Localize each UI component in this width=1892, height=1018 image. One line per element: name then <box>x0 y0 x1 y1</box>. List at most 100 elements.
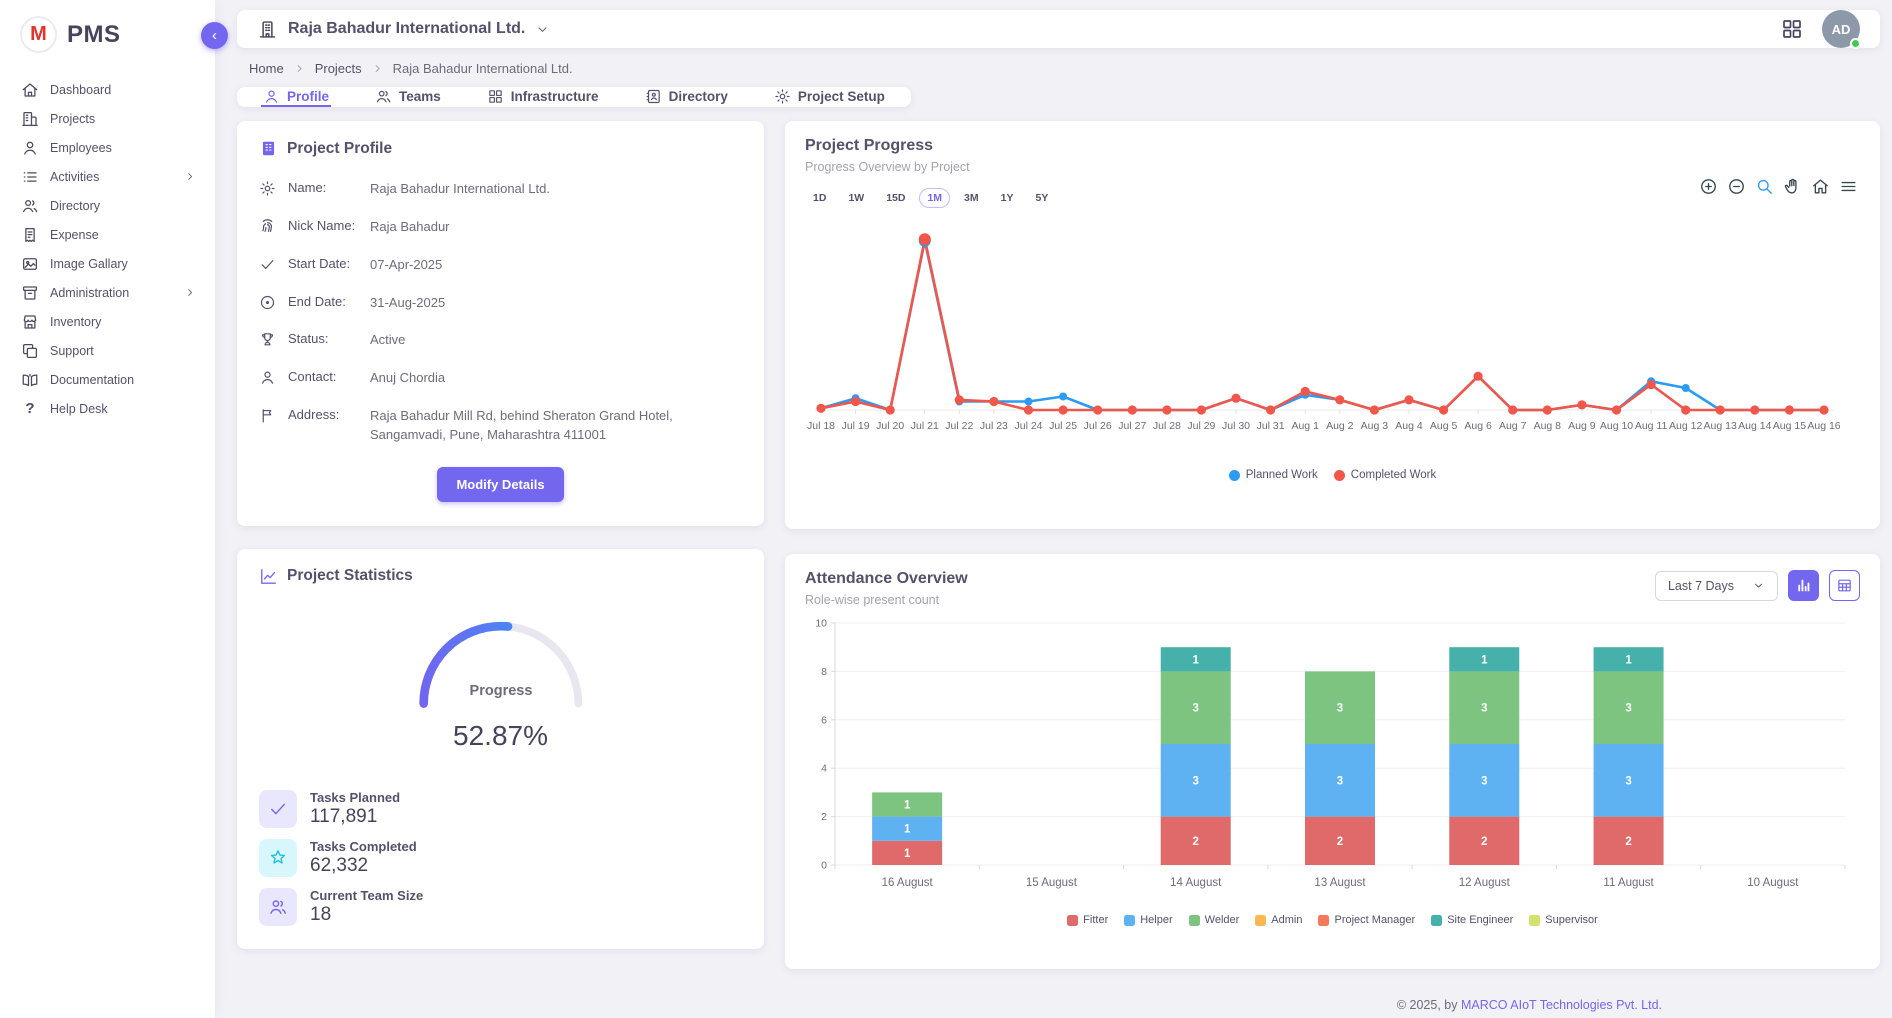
range-1w[interactable]: 1W <box>840 188 872 208</box>
svg-text:Aug 3: Aug 3 <box>1361 420 1389 432</box>
svg-text:Jul 30: Jul 30 <box>1222 420 1250 432</box>
field-value: 07-Apr-2025 <box>370 256 442 275</box>
line-chart-legend: Planned Work Completed Work <box>805 469 1860 481</box>
svg-text:Jul 18: Jul 18 <box>807 420 835 432</box>
breadcrumb-home[interactable]: Home <box>249 61 284 76</box>
sidebar-item-expense[interactable]: Expense <box>0 220 215 249</box>
chevron-right-icon <box>181 286 199 299</box>
circle-dot-icon <box>259 294 276 311</box>
reset-zoom-icon[interactable] <box>1811 177 1830 196</box>
tab-infrastructure[interactable]: Infrastructure <box>485 87 601 107</box>
gauge-label: Progress <box>469 683 532 699</box>
sidebar-item-projects[interactable]: Projects <box>0 104 215 133</box>
legend-site-engineer[interactable]: Site Engineer <box>1431 914 1513 926</box>
attendance-card-title: Attendance Overview <box>805 570 968 588</box>
legend-label: Helper <box>1140 914 1172 926</box>
legend-label: Planned Work <box>1246 469 1318 481</box>
home-icon <box>21 81 39 99</box>
sidebar-item-directory[interactable]: Directory <box>0 191 215 220</box>
field-row-end-date: End Date:31-Aug-2025 <box>259 294 742 313</box>
sidebar-item-label: Employees <box>50 141 112 155</box>
attendance-chart[interactable]: 024681011116 August15 August233114 Augus… <box>805 615 1860 912</box>
sidebar-item-employees[interactable]: Employees <box>0 133 215 162</box>
svg-text:Jul 23: Jul 23 <box>980 420 1008 432</box>
svg-text:Jul 21: Jul 21 <box>911 420 939 432</box>
apps-grid-icon[interactable] <box>1780 17 1804 41</box>
sidebar-item-label: Projects <box>50 112 95 126</box>
stat-value: 117,891 <box>310 806 400 828</box>
range-1y[interactable]: 1Y <box>993 188 1022 208</box>
legend-fitter[interactable]: Fitter <box>1067 914 1108 926</box>
svg-text:6: 6 <box>821 714 827 726</box>
tab-teams[interactable]: Teams <box>373 87 443 107</box>
field-value: Raja Bahadur Mill Rd, behind Sheraton Gr… <box>370 407 700 445</box>
date-range-select[interactable]: Last 7 Days <box>1655 571 1778 601</box>
project-progress-chart[interactable]: Jul 18Jul 19Jul 20Jul 21Jul 22Jul 23Jul … <box>805 210 1860 463</box>
zoom-in-icon[interactable] <box>1699 177 1718 196</box>
company-selector[interactable]: Raja Bahadur International Ltd. <box>257 19 550 40</box>
legend-admin[interactable]: Admin <box>1255 914 1302 926</box>
stats-card-title: Project Statistics <box>287 567 413 585</box>
legend-supervisor[interactable]: Supervisor <box>1529 914 1598 926</box>
table-view-toggle[interactable] <box>1829 570 1860 601</box>
range-15d[interactable]: 15D <box>878 188 913 208</box>
tab-label: Profile <box>287 89 329 104</box>
sidebar-item-documentation[interactable]: Documentation <box>0 365 215 394</box>
footer-company-link[interactable]: MARCO AIoT Technologies Pvt. Ltd. <box>1461 998 1662 1012</box>
footer-text: © 2025, by <box>1397 998 1461 1012</box>
chevron-down-icon <box>1752 579 1765 592</box>
field-label: End Date: <box>288 294 370 309</box>
app-root: M PMS DashboardProjectsEmployeesActiviti… <box>0 0 1892 1018</box>
tab-directory[interactable]: Directory <box>643 87 730 107</box>
sidebar-item-support[interactable]: Support <box>0 336 215 365</box>
footer: © 2025, by MARCO AIoT Technologies Pvt. … <box>785 994 1880 1018</box>
right-column: Project Progress Progress Overview by Pr… <box>785 121 1880 1018</box>
legend-welder[interactable]: Welder <box>1189 914 1240 926</box>
pan-icon[interactable] <box>1783 177 1802 196</box>
svg-text:Aug 8: Aug 8 <box>1534 420 1562 432</box>
bar-view-toggle[interactable] <box>1788 570 1819 601</box>
range-1d[interactable]: 1D <box>805 188 834 208</box>
legend-completed-work[interactable]: Completed Work <box>1334 469 1436 481</box>
sidebar-item-dashboard[interactable]: Dashboard <box>0 75 215 104</box>
legend-helper[interactable]: Helper <box>1124 914 1172 926</box>
range-5y[interactable]: 5Y <box>1027 188 1056 208</box>
stat-label: Current Team Size <box>310 888 423 903</box>
sidebar-collapse-button[interactable]: ‹ <box>201 22 228 49</box>
breadcrumb-projects[interactable]: Projects <box>315 61 362 76</box>
svg-text:3: 3 <box>1337 775 1343 787</box>
tab-label: Directory <box>669 89 728 104</box>
tab-profile[interactable]: Profile <box>261 87 331 107</box>
sidebar-item-inventory[interactable]: Inventory <box>0 307 215 336</box>
selection-zoom-icon[interactable] <box>1755 177 1774 196</box>
topbar-right: AD <box>1780 10 1860 48</box>
gear-icon <box>259 180 276 197</box>
menu-icon[interactable] <box>1839 177 1858 196</box>
svg-text:3: 3 <box>1625 775 1631 787</box>
sidebar-item-administration[interactable]: Administration <box>0 278 215 307</box>
tab-project-setup[interactable]: Project Setup <box>772 87 887 107</box>
sidebar-item-label: Activities <box>50 170 99 184</box>
modify-details-button[interactable]: Modify Details <box>437 467 563 502</box>
svg-text:1: 1 <box>1481 654 1488 666</box>
svg-text:2: 2 <box>1625 836 1631 848</box>
legend-marker <box>1431 915 1442 926</box>
sidebar-item-image-gallary[interactable]: Image Gallary <box>0 249 215 278</box>
stat-value: 62,332 <box>310 855 417 877</box>
range-3m[interactable]: 3M <box>956 188 987 208</box>
sidebar-item-help-desk[interactable]: ?Help Desk <box>0 394 215 423</box>
legend-planned-work[interactable]: Planned Work <box>1229 469 1318 481</box>
user-menu[interactable]: AD <box>1822 10 1860 48</box>
zoom-out-icon[interactable] <box>1727 177 1746 196</box>
field-value: 31-Aug-2025 <box>370 294 445 313</box>
stat-value: 18 <box>310 904 423 926</box>
project-profile-icon <box>259 139 278 158</box>
chart-line-icon <box>259 567 278 586</box>
gauge-value: 52.87% <box>453 720 548 752</box>
field-row-name: Name:Raja Bahadur International Ltd. <box>259 180 742 199</box>
range-1m[interactable]: 1M <box>919 188 950 208</box>
legend-project-manager[interactable]: Project Manager <box>1318 914 1415 926</box>
legend-marker <box>1334 470 1345 481</box>
sidebar-item-activities[interactable]: Activities <box>0 162 215 191</box>
svg-text:12 August: 12 August <box>1459 877 1511 889</box>
